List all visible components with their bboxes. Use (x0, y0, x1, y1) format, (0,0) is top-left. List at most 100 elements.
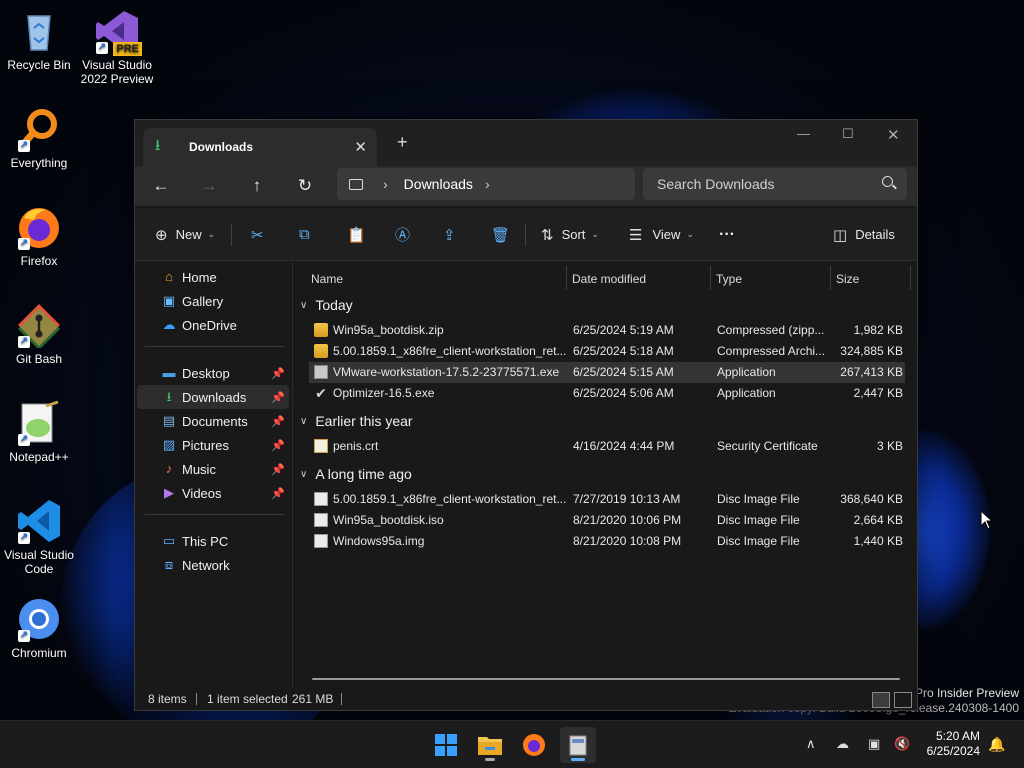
title-bar[interactable]: ⭳ Downloads ✕ + — ☐ ✕ (135, 120, 917, 166)
column-header-size[interactable]: Size (836, 266, 859, 292)
delete-button[interactable]: 🗑 (491, 208, 510, 261)
close-tab-icon[interactable]: ✕ (354, 138, 367, 156)
sort-button[interactable]: ⇅ Sort ⌄ (541, 208, 599, 261)
refresh-button[interactable]: ↻ (291, 173, 319, 199)
file-row[interactable]: 5.00.1859.1_x86fre_client-workstation_re… (309, 489, 905, 510)
file-row[interactable]: penis.crt 4/16/2024 4:44 PM Security Certi… (309, 436, 905, 457)
volume-muted-icon[interactable]: 🔇 (894, 736, 910, 752)
close-window-button[interactable]: ✕ (887, 126, 900, 144)
file-name: VMware-workstation-17.5.2-23775571.exe (333, 365, 560, 379)
disc-image-icon (314, 492, 328, 506)
nav-label: Gallery (182, 293, 224, 309)
desktop-icon-chromium[interactable]: ↗ Chromium (0, 596, 78, 660)
everything-magnifier-icon: ↗ (16, 106, 62, 152)
desktop-icon-everything[interactable]: ↗ Everything (0, 106, 78, 170)
onedrive-offline-icon[interactable]: ☁ (836, 736, 849, 752)
desktop-icon-notepad-plus-plus[interactable]: ↗ Notepad++ (0, 400, 78, 464)
nav-item-desktop[interactable]: ▬ Desktop 📌 (137, 361, 289, 385)
address-bar[interactable]: › Downloads › (337, 168, 635, 200)
file-row[interactable]: 5.00.1859.1_x86fre_client-workstation_re… (309, 341, 905, 362)
column-divider[interactable] (710, 266, 711, 290)
nav-item-this-pc[interactable]: ▭ This PC (137, 529, 289, 553)
nav-item-music[interactable]: ♪ Music 📌 (137, 457, 289, 481)
column-divider[interactable] (566, 266, 567, 290)
chevron-down-icon: ⌄ (207, 229, 216, 239)
column-divider[interactable] (910, 266, 911, 290)
group-label: Today (315, 297, 353, 313)
nav-label: Home (182, 269, 217, 285)
more-options-button[interactable]: ··· (719, 208, 735, 261)
horizontal-scrollbar[interactable] (312, 678, 900, 680)
new-label: New (175, 227, 202, 242)
group-header-long-ago[interactable]: ∨ A long time ago (300, 463, 412, 485)
show-hidden-icons-chevron[interactable]: ∧ (806, 736, 816, 752)
nav-item-documents[interactable]: ▤ Documents 📌 (137, 409, 289, 433)
nav-item-home[interactable]: ⌂ Home (137, 265, 289, 289)
taskbar-vmware-installer[interactable] (560, 727, 596, 763)
desktop-icon-vscode[interactable]: ↗ Visual Studio Code (0, 498, 78, 576)
network-icon[interactable]: ▣ (868, 736, 880, 752)
new-button[interactable]: ⊕ New ⌄ (155, 208, 215, 261)
column-divider[interactable] (830, 266, 831, 290)
rename-button[interactable]: Ⓐ (395, 208, 410, 261)
file-list: Name Date modified Type Size ∨ Today Win9… (294, 262, 917, 688)
file-row-selected[interactable]: VMware-workstation-17.5.2-23775571.exe 6/… (309, 362, 905, 383)
nav-item-network[interactable]: ⧈ Network (137, 553, 289, 577)
search-input[interactable]: Search Downloads (643, 168, 907, 200)
tiles-view-toggle[interactable] (894, 692, 912, 708)
file-row[interactable]: ✔ Optimizer-16.5.exe 6/25/2024 5:06 AM Appl… (309, 383, 905, 404)
file-name: 5.00.1859.1_x86fre_client-workstation_re… (333, 344, 567, 358)
desktop-icon-recycle-bin[interactable]: Recycle Bin (0, 8, 78, 72)
taskbar-file-explorer[interactable] (472, 727, 508, 763)
nav-label: Downloads (182, 389, 247, 405)
nav-item-downloads[interactable]: ⭳ Downloads 📌 (137, 385, 289, 409)
nav-item-pictures[interactable]: ▨ Pictures 📌 (137, 433, 289, 457)
share-button[interactable]: ⇪ (443, 208, 456, 261)
up-button[interactable]: ↑ (243, 173, 271, 199)
start-button[interactable] (428, 727, 464, 763)
desktop-icon-visual-studio[interactable]: PRE ↗ Visual Studio 2022 Preview (78, 8, 156, 86)
maximize-button[interactable]: ☐ (842, 126, 854, 142)
nav-item-onedrive[interactable]: ☁ OneDrive (137, 313, 289, 337)
desktop-icon-git-bash[interactable]: ↗ Git Bash (0, 302, 78, 366)
group-header-today[interactable]: ∨ Today (300, 294, 353, 316)
column-header-type[interactable]: Type (716, 266, 742, 292)
paste-button[interactable]: 📋 (347, 208, 366, 261)
file-row[interactable]: Win95a_bootdisk.zip 6/25/2024 5:19 AM Comp… (309, 320, 905, 341)
network-icon: ⧈ (164, 557, 174, 572)
file-row[interactable]: Windows95a.img 8/21/2020 10:08 PM Disc Ima… (309, 531, 905, 552)
desktop-icon-label: Everything (10, 156, 68, 170)
chevron-right-icon[interactable]: › (383, 176, 388, 192)
nav-label: Videos (182, 485, 222, 501)
cut-button[interactable]: ✂ (251, 208, 264, 261)
download-icon: ⭳ (155, 136, 161, 154)
pin-icon: 📌 (271, 391, 285, 404)
nav-item-videos[interactable]: ▶ Videos 📌 (137, 481, 289, 505)
back-button[interactable]: ← (147, 173, 175, 199)
details-view-toggle[interactable] (872, 692, 890, 708)
file-row[interactable]: Win95a_bootdisk.iso 8/21/2020 10:06 PM Dis… (309, 510, 905, 531)
tab-downloads[interactable]: ⭳ Downloads ✕ (143, 128, 377, 166)
desktop-icon-firefox[interactable]: ↗ Firefox (0, 204, 78, 268)
view-button[interactable]: ☰ View ⌄ (629, 208, 694, 261)
clock[interactable]: 5:20 AM 6/25/2024 (927, 729, 980, 759)
new-tab-button[interactable]: + (397, 132, 408, 153)
paste-icon: 📋 (347, 226, 366, 244)
file-type: Disc Image File (717, 513, 800, 527)
copy-button[interactable]: ⧉ (299, 208, 310, 261)
breadcrumb-downloads[interactable]: Downloads (404, 176, 473, 192)
group-header-earlier[interactable]: ∨ Earlier this year (300, 410, 413, 432)
taskbar-firefox[interactable] (516, 727, 552, 763)
column-header-name[interactable]: Name (311, 266, 343, 292)
nav-item-gallery[interactable]: ▣ Gallery (137, 289, 289, 313)
desktop-icon-label: Firefox (20, 254, 58, 268)
nav-label: Pictures (182, 437, 229, 453)
minimize-button[interactable]: — (797, 126, 810, 141)
forward-button[interactable]: → (195, 173, 223, 199)
file-date: 8/21/2020 10:08 PM (573, 534, 682, 548)
notification-bell-icon[interactable]: 🔔 (988, 736, 1005, 753)
chevron-right-icon[interactable]: › (485, 176, 490, 192)
column-header-date[interactable]: Date modified (572, 266, 646, 292)
desktop-icon-label: Recycle Bin (7, 58, 71, 72)
details-button[interactable]: ◫ Details (833, 208, 895, 261)
